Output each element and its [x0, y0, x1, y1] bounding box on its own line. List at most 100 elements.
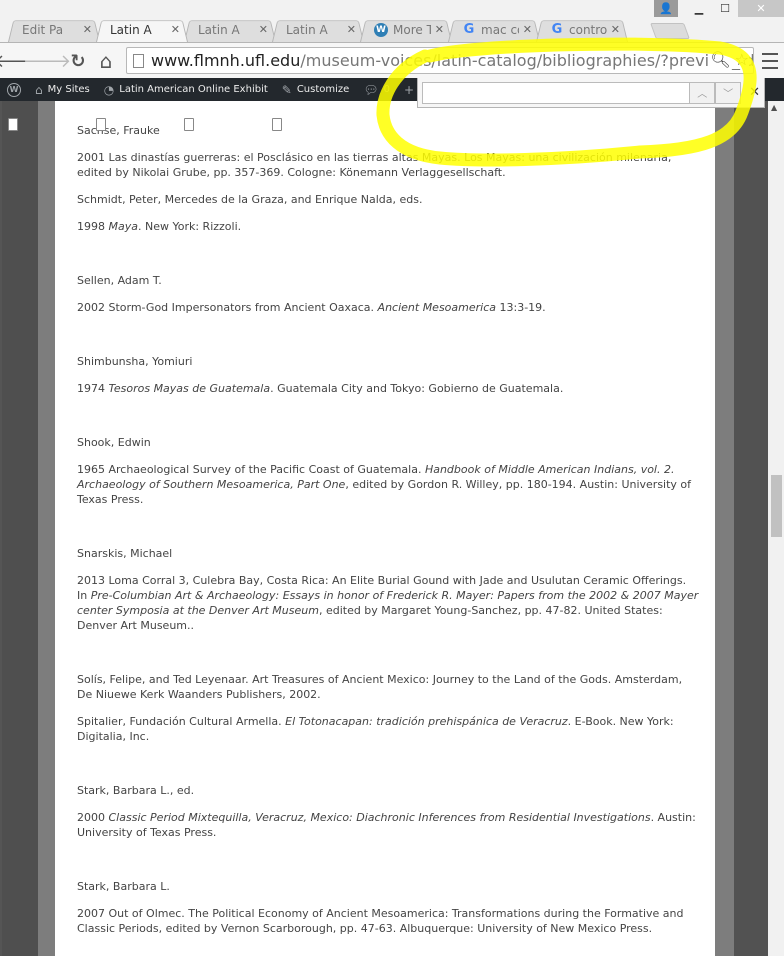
- new-tab-button[interactable]: [650, 23, 690, 39]
- citation-title: El Totonacapan: tradición prehispánica d…: [285, 715, 568, 728]
- home-button[interactable]: ⌂: [94, 49, 118, 73]
- citation-text: Solís, Felipe, and Ted Leyenaar. Art Tre…: [77, 673, 683, 701]
- tab-close-icon[interactable]: ✕: [259, 23, 268, 36]
- tab-label: Latin A: [286, 22, 328, 37]
- tab-close-icon[interactable]: ✕: [83, 23, 92, 36]
- tab-strip: Edit Pa ✕ Latin A ✕ Latin A ✕ Latin A ✕ W More T ✕…: [0, 0, 784, 131]
- citation: 2001 Las dinastías guerreras: el Posclás…: [77, 150, 699, 180]
- find-close-button[interactable]: ✕: [749, 85, 760, 100]
- plus-icon: +: [403, 82, 414, 97]
- citation: Spitalier, Fundación Cultural Armella. E…: [77, 714, 699, 744]
- citation-text: Spitalier, Fundación Cultural Armella.: [77, 715, 286, 728]
- adminbar-label: Customize: [296, 84, 350, 95]
- wp-logo-menu[interactable]: W: [0, 78, 28, 101]
- citation: 2000 Classic Period Mixtequilla, Veracru…: [77, 810, 699, 840]
- adminbar-item-brush[interactable]: ✎ Customize: [275, 78, 357, 101]
- find-input[interactable]: [422, 81, 690, 104]
- tab-close-icon[interactable]: ✕: [171, 23, 180, 36]
- citation-text: 1998: [77, 220, 109, 233]
- citation-title: Tesoros Mayas de Guatemala: [108, 382, 271, 395]
- window-controls: 👤 ▁ ☐ ✕: [654, 0, 784, 17]
- scroll-up-arrow-icon[interactable]: ▲: [771, 103, 777, 112]
- find-bar: ︿ ﹀ ✕: [417, 78, 765, 108]
- citation: 1974 Tesoros Mayas de Guatemala. Guatema…: [77, 381, 699, 396]
- author-name: Snarskis, Michael: [77, 547, 173, 560]
- user-icon: 👤: [659, 2, 673, 15]
- citation: 2013 Loma Corral 3, Culebra Bay, Costa R…: [77, 573, 699, 633]
- browser-tab[interactable]: Gmac co ✕: [448, 17, 540, 42]
- chevron-up-icon: ︿: [697, 89, 708, 100]
- maximize-icon: ☐: [720, 2, 730, 15]
- tab-label: mac co: [481, 22, 519, 37]
- tab-label: contro: [569, 22, 607, 37]
- find-previous-button[interactable]: ︿: [689, 81, 716, 104]
- vertical-scrollbar[interactable]: ▲: [768, 101, 784, 956]
- author-name: Sachse, Frauke: [77, 124, 160, 137]
- citation-text: 1974: [77, 382, 109, 395]
- browser-tab[interactable]: Latin A ✕: [272, 17, 364, 131]
- minimize-button[interactable]: ▁: [686, 0, 712, 17]
- citation-text: 13:3-19.: [496, 301, 546, 314]
- page-margin-right-inner: [715, 101, 734, 956]
- close-window-button[interactable]: ✕: [738, 0, 784, 17]
- brush-icon: ✎: [281, 82, 292, 97]
- tab-close-icon[interactable]: ✕: [611, 23, 620, 36]
- browser-tab[interactable]: Edit Pa ✕: [8, 17, 100, 131]
- zoom-icon[interactable]: 🔍︎: [710, 50, 730, 69]
- citation: 2007 Out of Olmec. The Political Economy…: [77, 906, 699, 936]
- browser-tab[interactable]: W More T ✕: [360, 17, 452, 42]
- citation-title: Classic Period Mixtequilla, Veracruz, Me…: [108, 811, 651, 824]
- author-name: Sellen, Adam T.: [77, 274, 162, 287]
- page-margin-left-inner: [38, 101, 55, 956]
- browser-tab[interactable]: Latin A ✕: [96, 17, 188, 131]
- adminbar-item-comment[interactable]: 💬︎ 0: [356, 78, 397, 101]
- adminbar-item-my-sites[interactable]: ⌂ My Sites: [28, 78, 97, 101]
- dashboard-icon: ◔: [103, 82, 115, 97]
- browser-window: Edit Pa ✕ Latin A ✕ Latin A ✕ Latin A ✕ W More T ✕…: [0, 0, 784, 956]
- home-icon: ⌂: [99, 49, 113, 73]
- author-name: Shimbunsha, Yomiuri: [77, 355, 193, 368]
- citation-title: Ancient Mesoamerica: [377, 301, 497, 314]
- my-sites-icon: ⌂: [35, 82, 43, 97]
- forward-button[interactable]: 🡒: [23, 49, 71, 73]
- tab-close-icon[interactable]: ✕: [435, 23, 444, 36]
- tab-close-icon[interactable]: ✕: [523, 23, 532, 36]
- reload-button[interactable]: ↻: [66, 49, 90, 73]
- citation: 1965 Archaeological Survey of the Pacifi…: [77, 462, 699, 507]
- browser-toolbar: 🡐 🡒 ↻ ⌂ www.flmnh.ufl.edu/museum-voices/…: [0, 42, 784, 78]
- google-icon: G: [551, 22, 563, 37]
- scrollbar-thumb[interactable]: [771, 475, 782, 537]
- profile-button[interactable]: 👤: [654, 0, 678, 17]
- url-host: www.flmnh.ufl.edu: [151, 51, 301, 70]
- maximize-button[interactable]: ☐: [712, 0, 738, 17]
- url-path: /museum-voices/latin-catalog/bibliograph…: [300, 51, 754, 70]
- citation: Solís, Felipe, and Ted Leyenaar. Art Tre…: [77, 672, 699, 702]
- browser-tab[interactable]: Latin A ✕: [184, 17, 276, 131]
- bookmark-star-icon[interactable]: ☆: [735, 50, 749, 69]
- page-icon: [8, 118, 18, 131]
- page-viewport: Sachse, Frauke 2001 Las dinastías guerrer…: [0, 101, 768, 956]
- author-name: Stark, Barbara L.: [77, 880, 170, 893]
- tabs: Edit Pa ✕ Latin A ✕ Latin A ✕ Latin A ✕ W More T ✕…: [8, 17, 624, 131]
- chevron-down-icon: ﹀: [723, 89, 734, 100]
- chrome-menu-button[interactable]: [762, 51, 778, 71]
- page-icon: [133, 53, 144, 68]
- address-bar[interactable]: www.flmnh.ufl.edu/museum-voices/latin-ca…: [126, 47, 754, 74]
- wordpress-icon: W: [374, 22, 388, 37]
- adminbar-item-dashboard[interactable]: ◔ Latin American Online Exhibit: [97, 78, 275, 101]
- bibliography-content: Sachse, Frauke 2001 Las dinastías guerrer…: [55, 101, 715, 956]
- forward-arrow-icon: 🡒: [22, 50, 72, 72]
- google-icon: G: [463, 22, 475, 37]
- browser-tab[interactable]: Gcontro ✕: [536, 17, 628, 42]
- tab-close-icon[interactable]: ✕: [347, 23, 356, 36]
- page-icon: [184, 118, 194, 131]
- citation-text: 2000: [77, 811, 109, 824]
- find-next-button[interactable]: ﹀: [715, 81, 742, 104]
- adminbar-label: Latin American Online Exhibit: [119, 84, 268, 95]
- tab-label: Latin A: [198, 22, 240, 37]
- author-name: Stark, Barbara L., ed.: [77, 784, 195, 797]
- citation-title: Maya: [108, 220, 138, 233]
